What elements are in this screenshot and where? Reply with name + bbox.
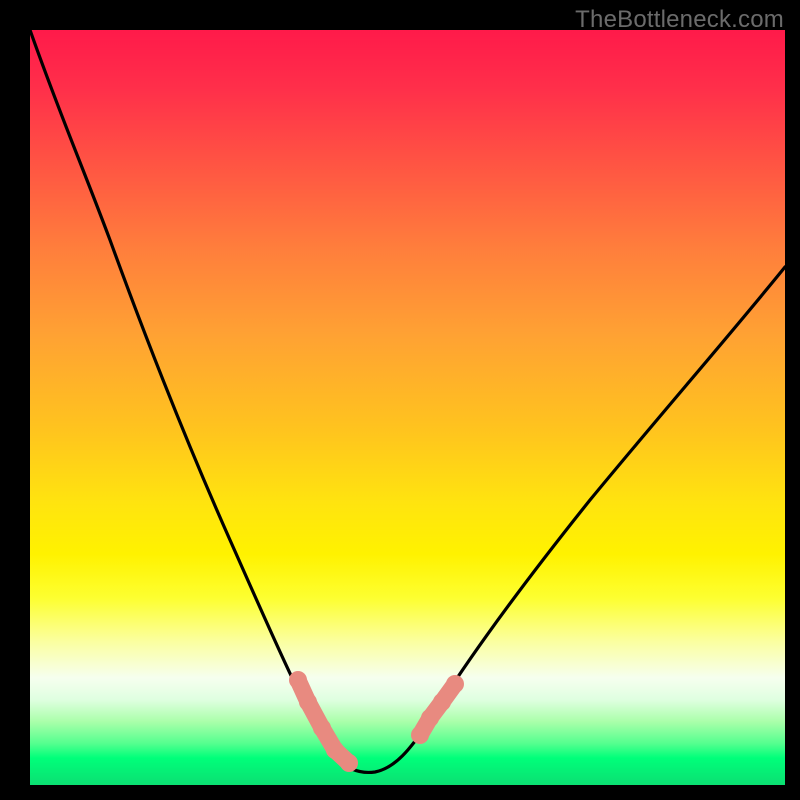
highlight-right-dots: [411, 675, 464, 744]
bottleneck-curve: [30, 30, 785, 772]
chart-frame: TheBottleneck.com: [0, 0, 800, 800]
plot-area: [30, 30, 785, 785]
curve-layer: [30, 30, 785, 785]
highlight-left-dots: [289, 671, 358, 772]
